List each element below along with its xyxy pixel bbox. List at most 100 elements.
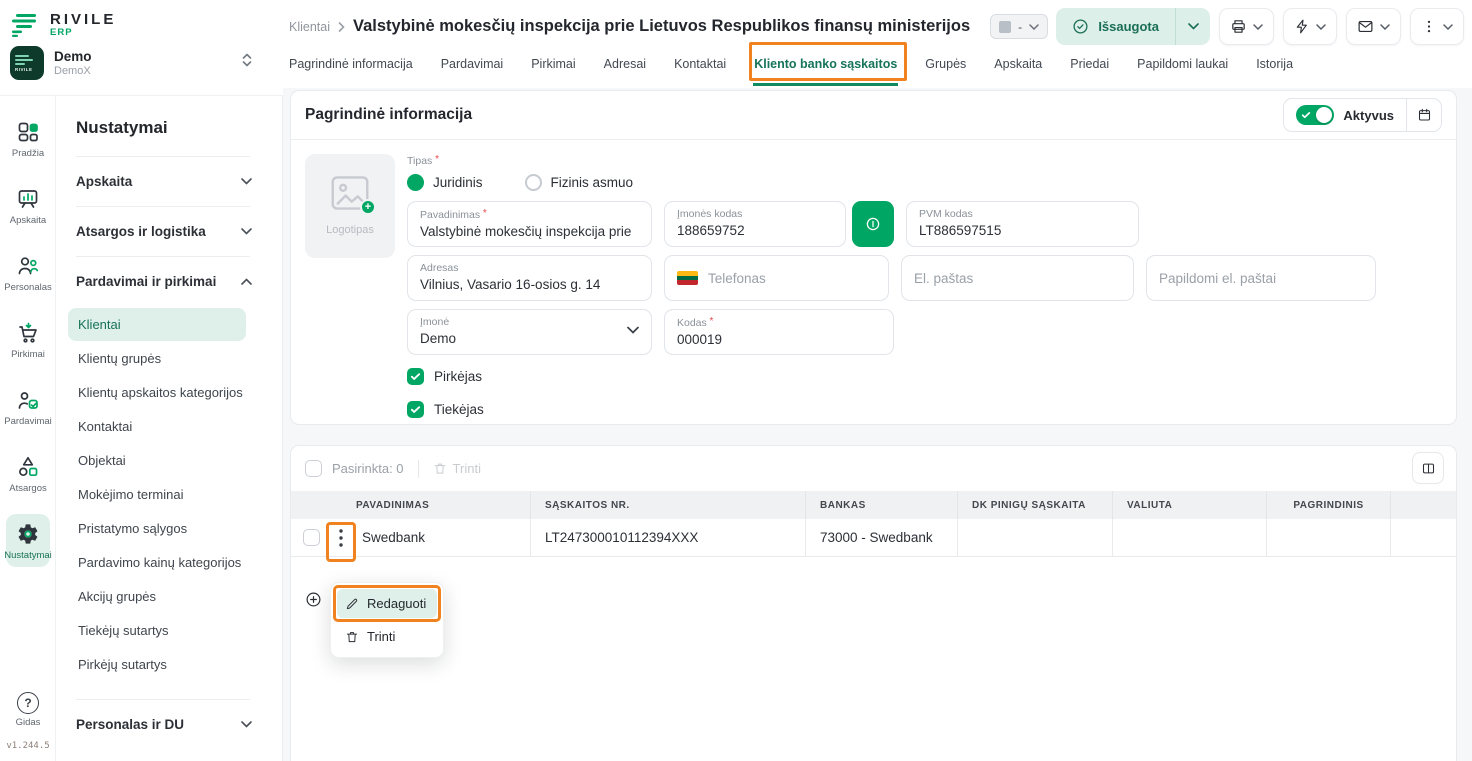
settings-panel: Nustatymai Apskaita Atsargos ir logistik… — [56, 96, 283, 761]
add-logo-icon[interactable]: + — [360, 199, 376, 215]
bank-accounts-card: Pasirinkta: 0 Trinti PAVADINIMAS SĄSKAIT… — [290, 445, 1457, 761]
cell-main — [1267, 519, 1391, 556]
status-color-swatch — [999, 21, 1011, 33]
name-field[interactable]: Pavadinimas Valstybinė mokesčių inspekci… — [407, 201, 652, 247]
extra-emails-field[interactable]: Papildomi el. paštai — [1146, 255, 1376, 301]
image-placeholder-icon: + — [329, 174, 371, 212]
tab-priedai[interactable]: Priedai — [1069, 51, 1110, 86]
tab-apskaita[interactable]: Apskaita — [993, 51, 1043, 86]
trash-icon — [345, 630, 359, 644]
section-pardavimai-pirkimai[interactable]: Pardavimai ir pirkimai — [76, 257, 282, 306]
rail-item-personalas[interactable]: Personalas — [0, 246, 56, 299]
sidebar-item-akciju-grupes[interactable]: Akcijų grupės — [68, 580, 246, 613]
sidebar-item-tiekeju-sutartys[interactable]: Tiekėjų sutartys — [68, 614, 246, 647]
workspace-company: DemoX — [54, 65, 92, 77]
status-dropdown[interactable]: - — [990, 14, 1048, 39]
menu-item-redaguoti[interactable]: Redaguoti — [337, 589, 437, 618]
row-kebab-button[interactable] — [334, 526, 348, 550]
sidebar-item-pardavimo-kainu-kategorijos[interactable]: Pardavimo kainų kategorijos — [68, 546, 246, 579]
bulk-delete-button[interactable]: Trinti — [433, 461, 481, 476]
checkbox-tiekejas[interactable]: Tiekėjas — [407, 401, 1442, 418]
phone-field[interactable]: Telefonas — [664, 255, 889, 301]
save-button[interactable]: Išsaugota — [1056, 8, 1210, 45]
vat-code-field[interactable]: PVM kodas LT886597515 — [906, 201, 1139, 247]
save-dropdown-button[interactable] — [1176, 8, 1210, 45]
code-field[interactable]: Kodas 000019 — [664, 309, 894, 355]
sidebar-item-klientu-apskaitos-kategorijos[interactable]: Klientų apskaitos kategorijos — [68, 376, 246, 409]
email-button[interactable] — [1346, 8, 1401, 45]
sidebar-item-pristatymo-salygos[interactable]: Pristatymo sąlygos — [68, 512, 246, 545]
sidebar-item-objektai[interactable]: Objektai — [68, 444, 246, 477]
automation-button[interactable] — [1283, 8, 1337, 45]
company-selector[interactable]: RIVILE Demo DemoX — [0, 38, 283, 80]
radio-unselected-icon — [525, 174, 542, 191]
company-code-field[interactable]: Įmonės kodas 188659752 — [664, 201, 846, 247]
dashboard-icon — [15, 119, 41, 145]
tab-adresai[interactable]: Adresai — [603, 51, 647, 86]
section-atsargos-logistika[interactable]: Atsargos ir logistika — [76, 207, 282, 256]
tab-papildomi-laukai[interactable]: Papildomi laukai — [1136, 51, 1229, 86]
tab-pirkimai[interactable]: Pirkimai — [530, 51, 576, 86]
print-button[interactable] — [1219, 8, 1274, 45]
menu-item-trinti[interactable]: Trinti — [337, 622, 437, 651]
chevron-down-icon — [1380, 24, 1390, 30]
sidebar-item-mokejimo-terminai[interactable]: Mokėjimo terminai — [68, 478, 246, 511]
sidebar-item-kontaktai[interactable]: Kontaktai — [68, 410, 246, 443]
cart-icon — [15, 320, 41, 346]
table-row[interactable]: Swedbank LT247300010112394XXX 73000 - Sw… — [291, 519, 1456, 557]
rail-item-pirkimai[interactable]: Pirkimai — [0, 313, 56, 366]
sidebar-item-klientai[interactable]: Klientai — [68, 308, 246, 341]
tab-kontaktai[interactable]: Kontaktai — [673, 51, 727, 86]
chevron-down-icon — [241, 721, 252, 728]
main-info-card: Pagrindinė informacija Aktyvus — [290, 90, 1457, 425]
active-control: Aktyvus — [1283, 98, 1442, 132]
guide-label: Gidas — [16, 717, 41, 728]
section-personalas-du[interactable]: Personalas ir DU — [76, 700, 282, 749]
section-apskaita[interactable]: Apskaita — [76, 157, 282, 206]
cell-name: Swedbank — [362, 530, 425, 545]
company-select[interactable]: Įmonė Demo — [407, 309, 652, 355]
breadcrumb[interactable]: Klientai — [289, 20, 330, 34]
tab-pagrindine-informacija[interactable]: Pagrindinė informacija — [288, 51, 414, 86]
active-label: Aktyvus — [1343, 108, 1394, 123]
rail-item-nustatymai[interactable]: Nustatymai — [6, 514, 50, 567]
tab-kliento-banko-saskaitos[interactable]: Kliento banko sąskaitos — [753, 51, 898, 86]
checkbox-pirkejas[interactable]: Pirkėjas — [407, 368, 1442, 385]
tab-pardavimai[interactable]: Pardavimai — [440, 51, 505, 86]
shapes-icon — [15, 454, 41, 480]
address-field[interactable]: Adresas Vilnius, Vasario 16-osios g. 14 — [407, 255, 652, 301]
breadcrumb-chevron-icon — [338, 22, 345, 32]
cell-account: LT247300010112394XXX — [531, 519, 806, 556]
calendar-button[interactable] — [1407, 99, 1441, 131]
add-account-button[interactable]: Pridėti — [291, 591, 1456, 608]
cell-currency — [1113, 519, 1267, 556]
active-toggle[interactable] — [1296, 105, 1334, 125]
logo-upload[interactable]: + Logotipas — [305, 154, 395, 258]
rail-item-atsargos[interactable]: Atsargos — [0, 447, 56, 500]
select-all-checkbox[interactable] — [305, 460, 322, 477]
check-circle-icon — [1072, 18, 1089, 35]
sidebar-item-klientu-grupes[interactable]: Klientų grupės — [68, 342, 246, 375]
rail-item-pradzia[interactable]: Pradžia — [0, 112, 56, 165]
brand-name: RIVILE — [50, 13, 116, 27]
radio-fizinis-asmuo[interactable]: Fizinis asmuo — [525, 174, 634, 191]
tab-grupes[interactable]: Grupės — [924, 51, 967, 86]
row-context-menu: Redaguoti Trinti — [330, 582, 444, 658]
rail-item-apskaita[interactable]: Apskaita — [0, 179, 56, 232]
help-icon[interactable]: ? — [17, 692, 39, 714]
registry-lookup-button[interactable] — [852, 201, 894, 247]
pencil-icon — [345, 597, 359, 611]
active-toggle-group[interactable]: Aktyvus — [1284, 99, 1406, 131]
row-checkbox[interactable] — [303, 529, 320, 546]
radio-juridinis[interactable]: Juridinis — [407, 174, 483, 191]
main-area: Klientai Valstybinė mokesčių inspekcija … — [283, 0, 1472, 761]
tab-istorija[interactable]: Istorija — [1255, 51, 1294, 86]
column-settings-button[interactable] — [1412, 452, 1444, 484]
sidebar-item-pirkeju-sutartys[interactable]: Pirkėjų sutartys — [68, 648, 246, 681]
more-actions-button[interactable] — [1410, 8, 1464, 45]
rail-item-pardavimai[interactable]: Pardavimai — [0, 380, 56, 433]
email-field[interactable]: El. paštas — [901, 255, 1134, 301]
app-version: v1.244.5 — [6, 741, 49, 751]
chevron-down-icon — [241, 178, 252, 185]
company-switch-icon[interactable] — [241, 52, 253, 68]
